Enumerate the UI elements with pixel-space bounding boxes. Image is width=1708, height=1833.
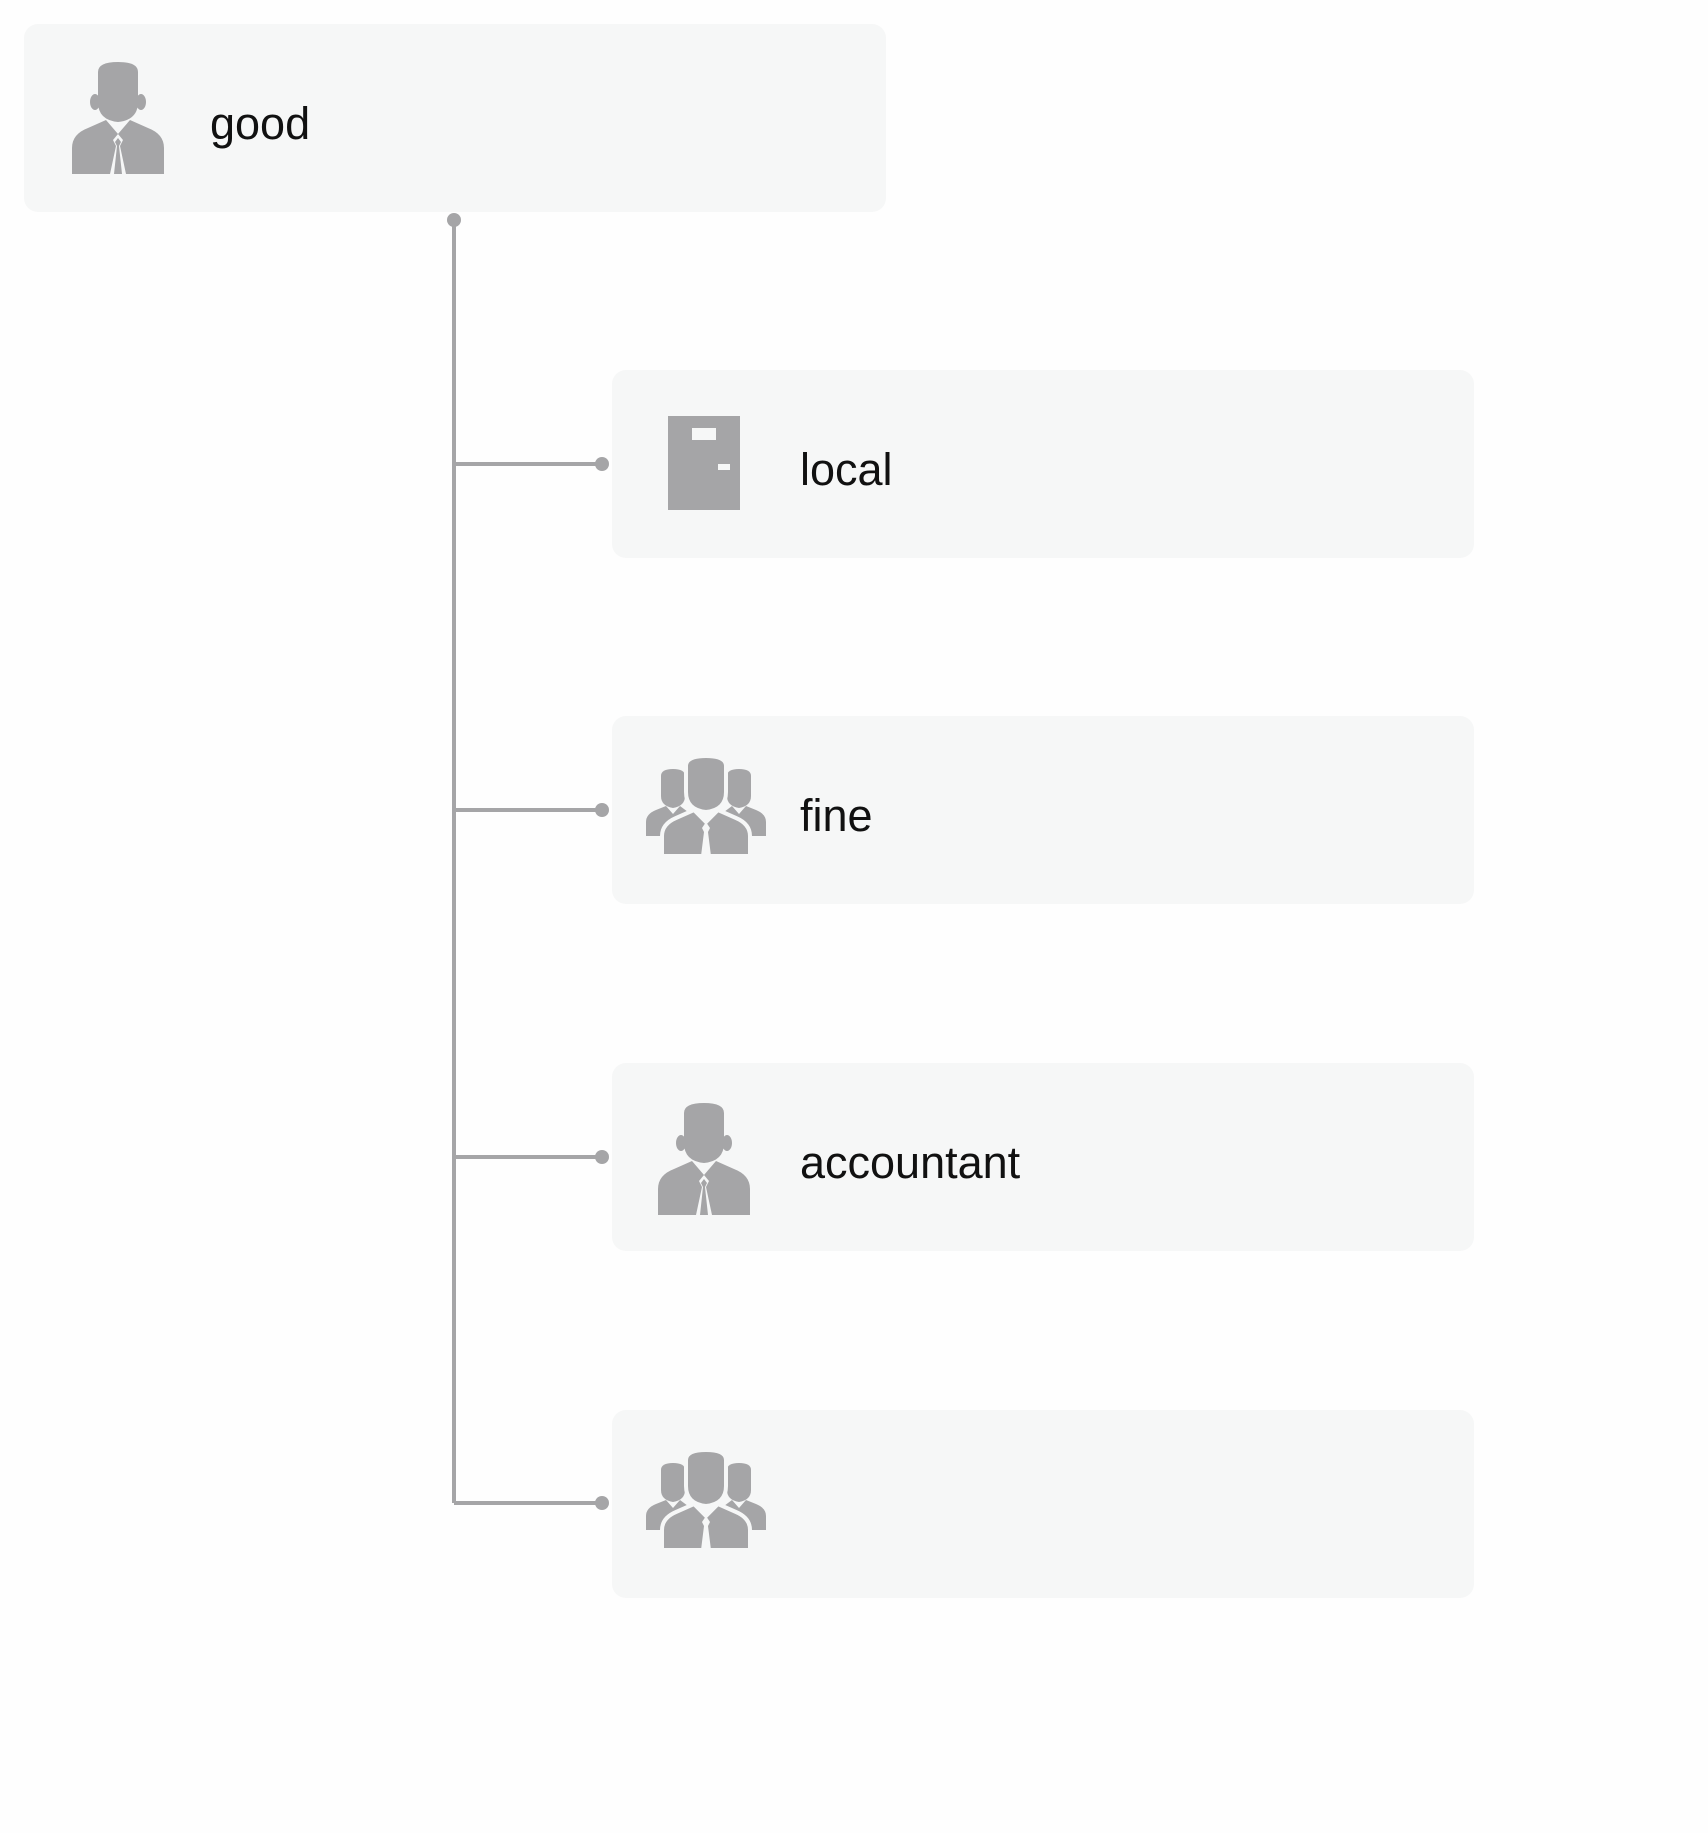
group-icon — [646, 1450, 766, 1550]
branch-accountant-dot — [595, 1150, 609, 1164]
node-label: local — [800, 444, 893, 495]
node-label: fine — [800, 790, 873, 841]
root-label: good — [210, 98, 311, 149]
node-label: accountant — [800, 1137, 1021, 1188]
node-accountant[interactable]: accountant — [612, 1063, 1474, 1251]
node-local[interactable]: local — [612, 370, 1474, 558]
branch-fine-dot — [595, 803, 609, 817]
door-icon — [668, 416, 740, 510]
group-icon — [646, 756, 766, 856]
person-icon — [658, 1103, 750, 1215]
node-fine[interactable]: fine — [612, 716, 1474, 904]
branch-last-dot — [595, 1496, 609, 1510]
person-icon — [72, 62, 164, 174]
node-unlabeled-group[interactable] — [612, 1410, 1474, 1598]
branch-local-dot — [595, 457, 609, 471]
trunk-start-dot — [447, 213, 461, 227]
root-node[interactable]: good — [24, 24, 886, 212]
